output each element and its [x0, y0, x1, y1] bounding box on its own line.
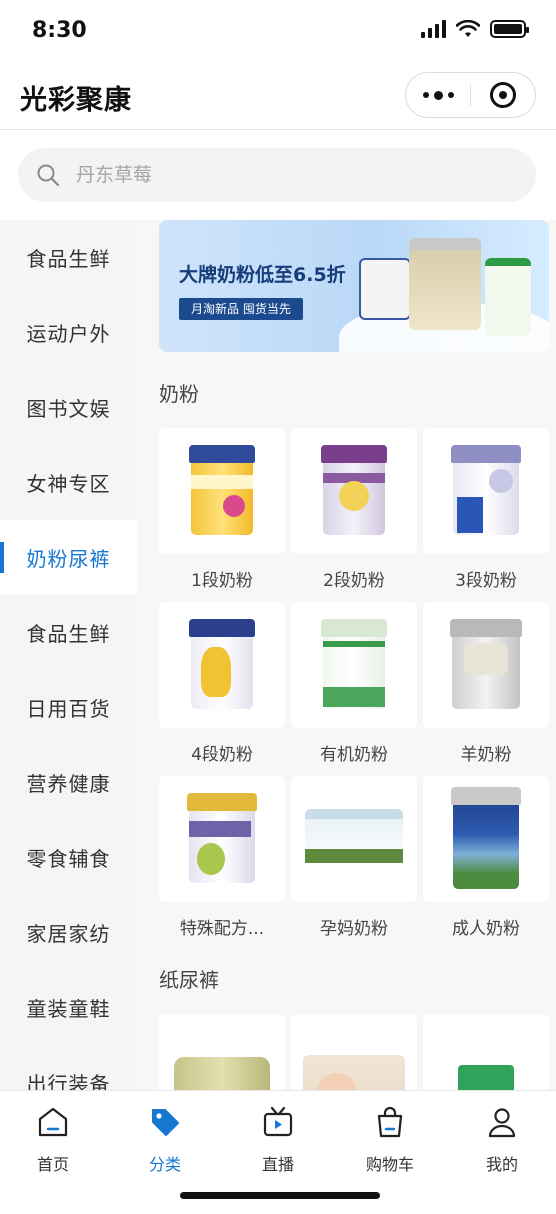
- product-label: 1段奶粉: [191, 571, 253, 591]
- sidebar-item[interactable]: 运动户外: [0, 295, 137, 370]
- header: 光彩聚康: [0, 64, 556, 130]
- home-icon: [38, 1107, 68, 1137]
- product-image: [423, 1014, 549, 1090]
- product-label: 2段奶粉: [323, 571, 385, 591]
- product-label: 特殊配方...: [179, 919, 265, 939]
- tv-icon: [263, 1106, 293, 1137]
- banner-title: 大牌奶粉低至6.5折: [179, 264, 346, 286]
- product-label: 羊奶粉: [460, 745, 512, 765]
- product-image: [159, 602, 285, 728]
- formula-can-image: [359, 258, 411, 320]
- sidebar-item[interactable]: 食品生鲜: [0, 220, 137, 295]
- category-content: 大牌奶粉低至6.5折 月淘新品 囤货当先 奶粉 1段奶粉 2段奶粉 3段奶粉 4…: [137, 220, 556, 1090]
- product-item[interactable]: 4段奶粉: [159, 602, 285, 765]
- product-image: [291, 776, 417, 902]
- product-image: [291, 428, 417, 554]
- tab-live[interactable]: 直播: [238, 1105, 318, 1175]
- product-image: [423, 602, 549, 728]
- sidebar-item[interactable]: 童装童鞋: [0, 970, 137, 1045]
- wifi-icon: [456, 20, 480, 37]
- user-icon: [488, 1108, 516, 1138]
- sidebar-item[interactable]: 图书文娱: [0, 370, 137, 445]
- product-image: [159, 428, 285, 554]
- tab-label: 分类: [148, 1155, 181, 1174]
- product-item[interactable]: [159, 1014, 285, 1090]
- home-indicator: [180, 1192, 380, 1199]
- product-label: 成人奶粉: [452, 919, 520, 939]
- product-label: 有机奶粉: [320, 745, 388, 765]
- product-image: [291, 602, 417, 728]
- banner-subtitle: 月淘新品 囤货当先: [179, 298, 303, 320]
- product-item[interactable]: 3段奶粉: [423, 428, 549, 591]
- sidebar-item[interactable]: 营养健康: [0, 745, 137, 820]
- section-title: 奶粉: [159, 382, 199, 406]
- more-button[interactable]: [406, 73, 470, 117]
- product-image: [159, 1014, 285, 1090]
- product-item[interactable]: 有机奶粉: [291, 602, 417, 765]
- product-item[interactable]: 羊奶粉: [423, 602, 549, 765]
- page-title: 光彩聚康: [20, 85, 132, 116]
- sidebar-item[interactable]: 女神专区: [0, 445, 137, 520]
- product-label: 3段奶粉: [455, 571, 517, 591]
- product-item[interactable]: 孕妈奶粉: [291, 776, 417, 939]
- category-sidebar: 食品生鲜 运动户外 图书文娱 女神专区 奶粉尿裤 食品生鲜 日用百货 营养健康 …: [0, 220, 137, 1090]
- product-image: [291, 1014, 417, 1090]
- tag-icon: [152, 1109, 179, 1136]
- battery-icon: [490, 20, 529, 38]
- product-image: [159, 776, 285, 902]
- product-item[interactable]: [291, 1014, 417, 1090]
- search-bar[interactable]: [18, 148, 536, 202]
- product-item[interactable]: 1段奶粉: [159, 428, 285, 591]
- product-item[interactable]: 2段奶粉: [291, 428, 417, 591]
- product-label: 4段奶粉: [191, 745, 253, 765]
- formula-can-image: [485, 258, 531, 336]
- product-label: 孕妈奶粉: [320, 919, 388, 939]
- sidebar-item[interactable]: 零食辅食: [0, 820, 137, 895]
- tab-label: 我的: [485, 1155, 518, 1174]
- section-title: 纸尿裤: [159, 968, 219, 992]
- product-item[interactable]: [423, 1014, 549, 1090]
- status-icons: [421, 20, 529, 38]
- tab-label: 直播: [261, 1155, 294, 1174]
- search-icon: [37, 164, 60, 187]
- status-bar: 8:30: [0, 0, 556, 64]
- tab-category[interactable]: 分类: [125, 1105, 205, 1175]
- tab-profile[interactable]: 我的: [462, 1105, 542, 1175]
- product-item[interactable]: 成人奶粉: [423, 776, 549, 939]
- promo-banner[interactable]: 大牌奶粉低至6.5折 月淘新品 囤货当先: [159, 220, 549, 352]
- bag-icon: [377, 1106, 403, 1138]
- product-image: [423, 776, 549, 902]
- search-input[interactable]: [76, 164, 476, 186]
- tab-cart[interactable]: 购物车: [350, 1105, 430, 1175]
- sidebar-item[interactable]: 日用百货: [0, 670, 137, 745]
- tab-home[interactable]: 首页: [13, 1105, 93, 1175]
- mini-program-capsule: [405, 72, 536, 118]
- tab-label: 购物车: [365, 1155, 414, 1174]
- sidebar-item[interactable]: 食品生鲜: [0, 595, 137, 670]
- product-item[interactable]: 特殊配方...: [159, 776, 285, 939]
- tab-label: 首页: [36, 1155, 69, 1174]
- sidebar-item-active[interactable]: 奶粉尿裤: [0, 520, 137, 595]
- formula-can-image: [409, 238, 481, 330]
- close-button[interactable]: [471, 73, 535, 117]
- cellular-signal-icon: [421, 20, 446, 38]
- status-time: 8:30: [32, 18, 87, 43]
- sidebar-item[interactable]: 出行装备: [0, 1045, 137, 1090]
- sidebar-item[interactable]: 家居家纺: [0, 895, 137, 970]
- target-icon: [489, 82, 516, 108]
- product-image: [423, 428, 549, 554]
